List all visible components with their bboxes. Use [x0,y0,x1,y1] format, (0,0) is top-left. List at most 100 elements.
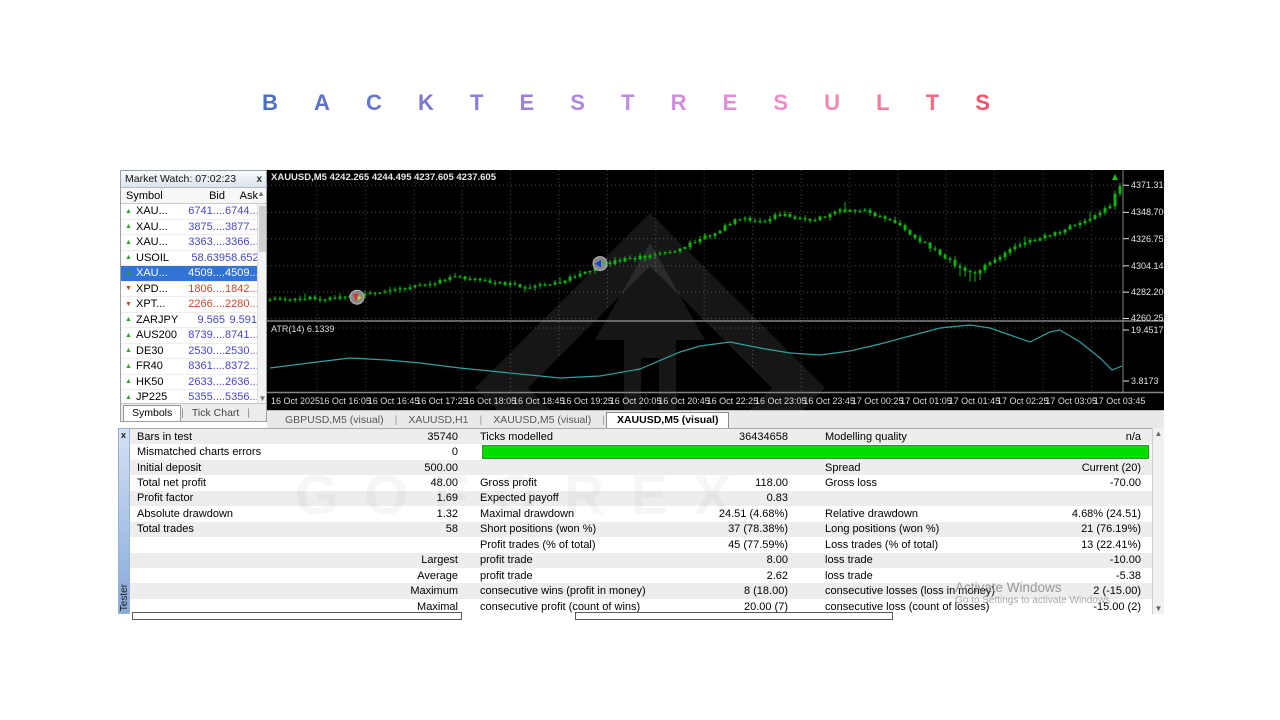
price-axis-label: 4304.145 [1131,260,1169,271]
market-watch-row[interactable]: ▲ XAU... 6741.... 6744.... [121,204,266,220]
report-value: -15.00 (2) [1093,600,1141,613]
market-watch-row[interactable]: ▲ FR40 8361.... 8372.... [121,359,266,375]
market-watch-row[interactable]: ▲ JP225 5355.... 5356.... [121,390,266,403]
report-value: 2.62 [766,569,788,582]
report-label: consecutive profit (count of wins) [480,600,641,613]
report-row: Initial deposit 500.00 Spread Current (20) [130,459,1152,476]
time-axis-label: 17 Oct 03:05 [1045,396,1097,406]
column-ask[interactable]: Ask [225,190,258,202]
scroll-up-icon[interactable]: ▲ [257,189,265,198]
symbol-name: AUS200 [136,329,177,342]
market-watch-scrollbar[interactable]: ▼ [257,204,266,403]
report-value: 35740 [427,430,458,443]
column-bid[interactable]: Bid [183,190,225,202]
title-letter: E [519,90,535,115]
time-axis-label: 16 Oct 16:05 [319,396,371,406]
market-watch-list: ▲ XAU... 6741.... 6744.... ▲ XAU... 3875.... 38… [121,204,266,403]
bid-value: 5355.... [188,391,225,403]
title-letter: L [876,90,890,115]
arrow-up-icon: ▲ [125,393,132,401]
title-letter: R [670,90,687,115]
market-watch-tab-tick-chart[interactable]: Tick Chart [184,406,247,421]
chart-tab[interactable]: XAUUSD,M5 (visual) [605,412,730,428]
tab-separator: | [247,408,250,419]
market-watch-header: Symbol Bid Ask ▲ [121,188,266,204]
ask-value: 6744.... [225,205,262,218]
tester-vertical-tab[interactable]: Tester [119,584,130,611]
time-axis-label: 17 Oct 01:05 [900,396,952,406]
close-icon[interactable]: x [256,174,262,185]
market-watch-row[interactable]: ▲ AUS200 8739.... 8741.... [121,328,266,344]
report-label: Total trades [137,523,194,536]
title-letter: S [975,90,990,115]
bid-value: 2530.... [188,344,225,357]
report-value: 0.83 [766,492,788,505]
market-watch-row[interactable]: ▲ XAU... 3875.... 3877.... [121,219,266,235]
atr-indicator-label: ATR(14) 6.1339 [271,324,335,334]
time-axis-label: 16 Oct 19:25 [561,396,613,406]
bid-value: 6741.... [188,205,225,218]
market-watch-row[interactable]: ▲ DE30 2530.... 2530.... [121,343,266,359]
chart-ohlc-label: XAUUSD,M5 4242.265 4244.495 4237.605 423… [271,172,497,183]
report-row: Mismatched charts errors 0 [130,444,1152,459]
market-watch-row[interactable]: ▲ XAU... 3363.... 3366.... [121,235,266,251]
symbol-name: XPT... [136,298,166,311]
ask-value: 3877.... [225,220,262,233]
time-axis-label: 17 Oct 00:25 [851,396,904,406]
market-watch-tab-symbols[interactable]: Symbols [123,405,182,421]
column-symbol[interactable]: Symbol [121,190,183,202]
report-label: Gross profit [480,477,537,490]
report-value: 4.68% (24.51) [1071,507,1141,520]
time-axis-label: 16 Oct 16:45 [367,396,420,406]
title-letter: U [824,90,841,115]
price-axis-label: 4260.255 [1131,313,1169,324]
chart-tab[interactable]: XAUUSD,M5 (visual) [483,413,601,428]
report-label: Long positions (won %) [825,523,940,536]
market-watch-row[interactable]: ▼ XPD... 1806.... 1842.... [121,281,266,297]
scrollbar-thumb[interactable] [259,206,266,252]
ask-value: 9.591 [229,313,257,326]
candlestick-chart[interactable] [267,170,1164,410]
scroll-down-icon[interactable]: ▼ [1153,604,1164,613]
chart-tab[interactable]: XAUUSD,H1 [398,413,478,428]
market-watch-row[interactable]: ▼ XPT... 2266.... 2280.... [121,297,266,313]
report-row: Absolute drawdown 1.32 Maximal drawdown 24.… [130,506,1152,521]
report-value: 500.00 [424,461,458,474]
tester-panel-strip[interactable]: x Tester [118,428,130,614]
price-axis-label: 4282.200 [1131,287,1169,298]
report-value: Maximal [417,600,458,613]
market-watch-row[interactable]: ▲ XAU... 4509.... 4509.... [121,266,266,282]
market-watch-titlebar: Market Watch: 07:02:23 x [121,171,266,188]
bid-value: 4509.... [188,267,225,280]
market-watch-row[interactable]: ▲ USOIL 58.639 58.652 [121,250,266,266]
symbol-name: XAU... [136,267,168,280]
price-axis-label: 4348.700 [1131,207,1169,218]
time-axis-label: 16 Oct 17:25 [416,396,468,406]
report-label: Initial deposit [137,461,202,474]
report-value: 45 (77.59%) [728,538,788,551]
title-letter: T [621,90,635,115]
report-value: 58 [445,523,458,536]
market-watch-row[interactable]: ▲ ZARJPY 9.565 9.591 [121,312,266,328]
report-scrollbar[interactable]: ▲ ▼ [1152,428,1164,614]
arrow-up-icon: ▲ [125,269,132,277]
symbol-name: USOIL [136,251,170,264]
chart-tab[interactable]: GBPUSD,M5 (visual) [275,413,394,428]
report-value: -5.38 [1115,569,1141,582]
time-axis-label: 16 Oct 18:45 [513,396,565,406]
report-value: 0 [451,446,458,459]
chart-window[interactable]: XAUUSD,M5 4242.265 4244.495 4237.605 423… [267,170,1169,410]
market-watch-tabs: Symbols | Tick Chart | [121,403,266,421]
scroll-up-icon[interactable]: ▲ [1153,429,1164,438]
market-watch-title: Market Watch: 07:02:23 [125,173,237,185]
close-icon[interactable]: x [121,430,126,440]
journal-box-partial [132,612,462,620]
market-watch-row[interactable]: ▲ HK50 2633.... 2636.... [121,374,266,390]
arrow-up-icon: ▲ [125,347,132,355]
time-axis-label: 16 Oct 22:25 [706,396,759,406]
scroll-down-icon[interactable]: ▼ [258,394,266,403]
page-title: BACKTESTRESULTS [262,90,990,116]
report-label: Mismatched charts errors [137,446,262,459]
bid-value: 9.565 [197,313,225,326]
chart-tab-bar: GBPUSD,M5 (visual) | XAUUSD,H1 | XAUUSD,M5 (… [267,410,1164,428]
